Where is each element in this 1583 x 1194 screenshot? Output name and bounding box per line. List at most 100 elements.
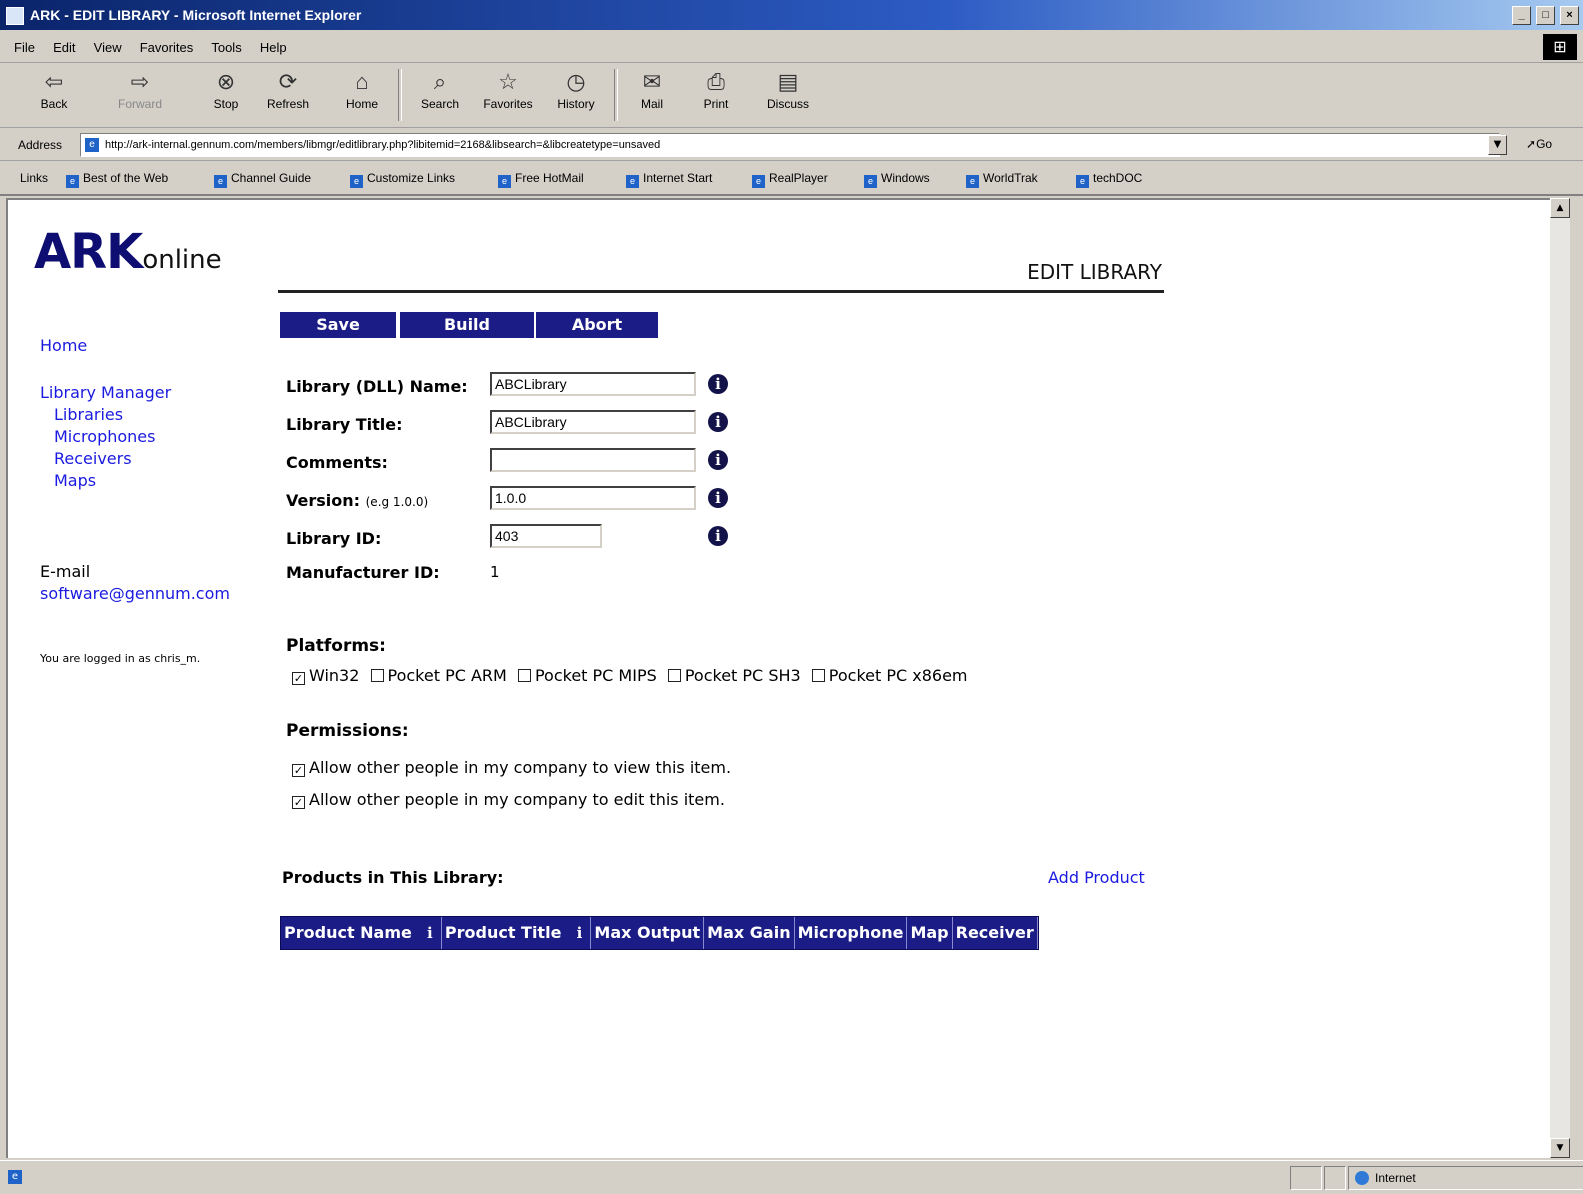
platform-pocket-pc-arm[interactable]: Pocket PC ARM <box>370 666 507 685</box>
forward-button[interactable]: ⇨ Forward <box>110 67 170 123</box>
page-viewport: ARKonline EDIT LIBRARY Save Build Abort … <box>6 198 1550 1158</box>
column-max-output[interactable]: Max Output <box>591 917 705 949</box>
home-button[interactable]: ⌂ Home <box>332 67 392 123</box>
link-internet-start[interactable]: e Internet Start <box>626 171 712 188</box>
link-worldtrak[interactable]: e WorldTrak <box>966 171 1038 188</box>
link-label: Internet Start <box>643 171 713 185</box>
checkbox-pocket-pc-sh3[interactable] <box>667 669 681 682</box>
go-button[interactable]: ➚Go <box>1526 137 1552 151</box>
product-title-info-icon[interactable]: i <box>571 917 587 949</box>
windows-logo-icon: ⊞ <box>1543 34 1577 60</box>
vertical-scrollbar[interactable]: ▲ ▼ <box>1550 198 1570 1158</box>
link-label: Windows <box>881 171 930 185</box>
checkbox-permission-view[interactable]: ✓ <box>292 764 305 777</box>
checkbox-pocket-pc-mips[interactable] <box>517 669 531 682</box>
column-product-name[interactable]: Product Name i <box>281 917 442 949</box>
permission-edit[interactable]: ✓ Allow other people in my company to edi… <box>292 790 725 809</box>
platform-win32[interactable]: ✓ Win32 <box>292 666 359 685</box>
status-pane <box>1290 1166 1322 1190</box>
nav-receivers[interactable]: Receivers <box>54 449 132 468</box>
platform-pocket-pc-x86em[interactable]: Pocket PC x86em <box>811 666 968 685</box>
menu-file[interactable]: File <box>14 40 35 55</box>
nav-microphones[interactable]: Microphones <box>54 427 155 446</box>
menu-tools[interactable]: Tools <box>211 40 241 55</box>
menu-help[interactable]: Help <box>260 40 287 55</box>
window-title-bar[interactable]: ARK - EDIT LIBRARY - Microsoft Internet … <box>0 0 1583 30</box>
library-id-info-icon[interactable]: i <box>708 526 728 546</box>
search-button[interactable]: ⌕ Search <box>410 67 470 123</box>
dll-name-input[interactable] <box>490 372 696 396</box>
forward-label: Forward <box>117 97 162 111</box>
platform-pocket-pc-sh3[interactable]: Pocket PC SH3 <box>667 666 801 685</box>
refresh-button[interactable]: ⟳ Refresh <box>258 67 318 123</box>
version-input[interactable] <box>490 486 696 510</box>
add-product-link[interactable]: Add Product <box>1048 868 1145 887</box>
scroll-down-button[interactable]: ▼ <box>1550 1138 1570 1158</box>
dll-name-info-icon[interactable]: i <box>708 374 728 394</box>
checkbox-permission-edit[interactable]: ✓ <box>292 796 305 809</box>
print-button[interactable]: ⎙ Print <box>686 67 746 123</box>
nav-libraries[interactable]: Libraries <box>54 405 123 424</box>
link-realplayer[interactable]: e RealPlayer <box>752 171 828 188</box>
comments-input[interactable] <box>490 448 696 472</box>
menu-edit[interactable]: Edit <box>53 40 75 55</box>
platform-pocket-pc-mips[interactable]: Pocket PC MIPS <box>517 666 657 685</box>
comments-info-icon[interactable]: i <box>708 450 728 470</box>
link-techdoc[interactable]: e techDOC <box>1076 171 1142 188</box>
library-id-input[interactable] <box>490 524 602 548</box>
stop-button[interactable]: ⊗ Stop <box>196 67 256 123</box>
close-button[interactable]: × <box>1560 6 1579 25</box>
maximize-button[interactable]: □ <box>1536 6 1556 25</box>
email-link[interactable]: software@gennum.com <box>40 584 230 603</box>
product-name-info-icon[interactable]: i <box>422 917 438 949</box>
back-button[interactable]: ⇦ Back <box>24 67 84 123</box>
dll-name-label: Library (DLL) Name: <box>286 377 468 396</box>
login-status: You are logged in as chris_m. <box>40 652 201 665</box>
column-map[interactable]: Map <box>907 917 953 949</box>
library-title-input[interactable] <box>490 410 696 434</box>
address-input[interactable]: e http://ark-internal.gennum.com/members/… <box>80 133 1500 157</box>
version-info-icon[interactable]: i <box>708 488 728 508</box>
save-button[interactable]: Save <box>280 312 396 338</box>
history-button[interactable]: ◷ History <box>546 67 606 123</box>
link-label: Channel Guide <box>231 171 312 185</box>
minimize-button[interactable]: _ <box>1512 6 1532 25</box>
platform-label: Pocket PC x86em <box>828 666 968 685</box>
products-heading: Products in This Library: <box>282 868 504 887</box>
build-button[interactable]: Build <box>400 312 534 338</box>
column-microphone[interactable]: Microphone <box>795 917 908 949</box>
checkbox-pocket-pc-x86em[interactable] <box>811 669 825 682</box>
column-max-gain[interactable]: Max Gain <box>704 917 795 949</box>
column-label: Product Title <box>444 923 562 942</box>
nav-home[interactable]: Home <box>40 336 87 355</box>
address-dropdown-button[interactable]: ▼ <box>1488 135 1507 155</box>
search-icon: ⌕ <box>433 69 447 94</box>
library-title-label: Library Title: <box>286 415 403 434</box>
mail-button[interactable]: ✉ Mail <box>622 67 682 123</box>
permission-view[interactable]: ✓ Allow other people in my company to vie… <box>292 758 731 777</box>
checkbox-pocket-pc-arm[interactable] <box>370 669 384 682</box>
link-channel-guide[interactable]: e Channel Guide <box>214 171 311 188</box>
link-customize-links[interactable]: e Customize Links <box>350 171 455 188</box>
column-product-title[interactable]: Product Title i <box>442 917 592 949</box>
link-page-icon: e <box>1076 175 1089 188</box>
products-table-header: Product Name i Product Title i Max Output … <box>280 916 1039 950</box>
favorites-button[interactable]: ☆ Favorites <box>478 67 538 123</box>
platform-label: Pocket PC ARM <box>387 666 507 685</box>
nav-library-manager[interactable]: Library Manager <box>40 383 171 402</box>
library-title-info-icon[interactable]: i <box>708 412 728 432</box>
platforms-heading: Platforms: <box>286 636 386 656</box>
abort-button[interactable]: Abort <box>536 312 658 338</box>
link-free-hotmail[interactable]: e Free HotMail <box>498 171 584 188</box>
menu-view[interactable]: View <box>94 40 122 55</box>
nav-maps[interactable]: Maps <box>54 471 96 490</box>
checkbox-win32[interactable]: ✓ <box>292 672 305 685</box>
scroll-up-button[interactable]: ▲ <box>1550 198 1570 218</box>
column-receiver[interactable]: Receiver <box>953 917 1038 949</box>
discuss-button[interactable]: ▤ Discuss <box>758 67 818 123</box>
link-windows[interactable]: e Windows <box>864 171 930 188</box>
link-best-of-the-web[interactable]: e Best of the Web <box>66 171 168 188</box>
address-bar: Address e http://ark-internal.gennum.com/… <box>0 130 1583 161</box>
permission-label: Allow other people in my company to view… <box>309 758 732 777</box>
menu-favorites[interactable]: Favorites <box>140 40 193 55</box>
